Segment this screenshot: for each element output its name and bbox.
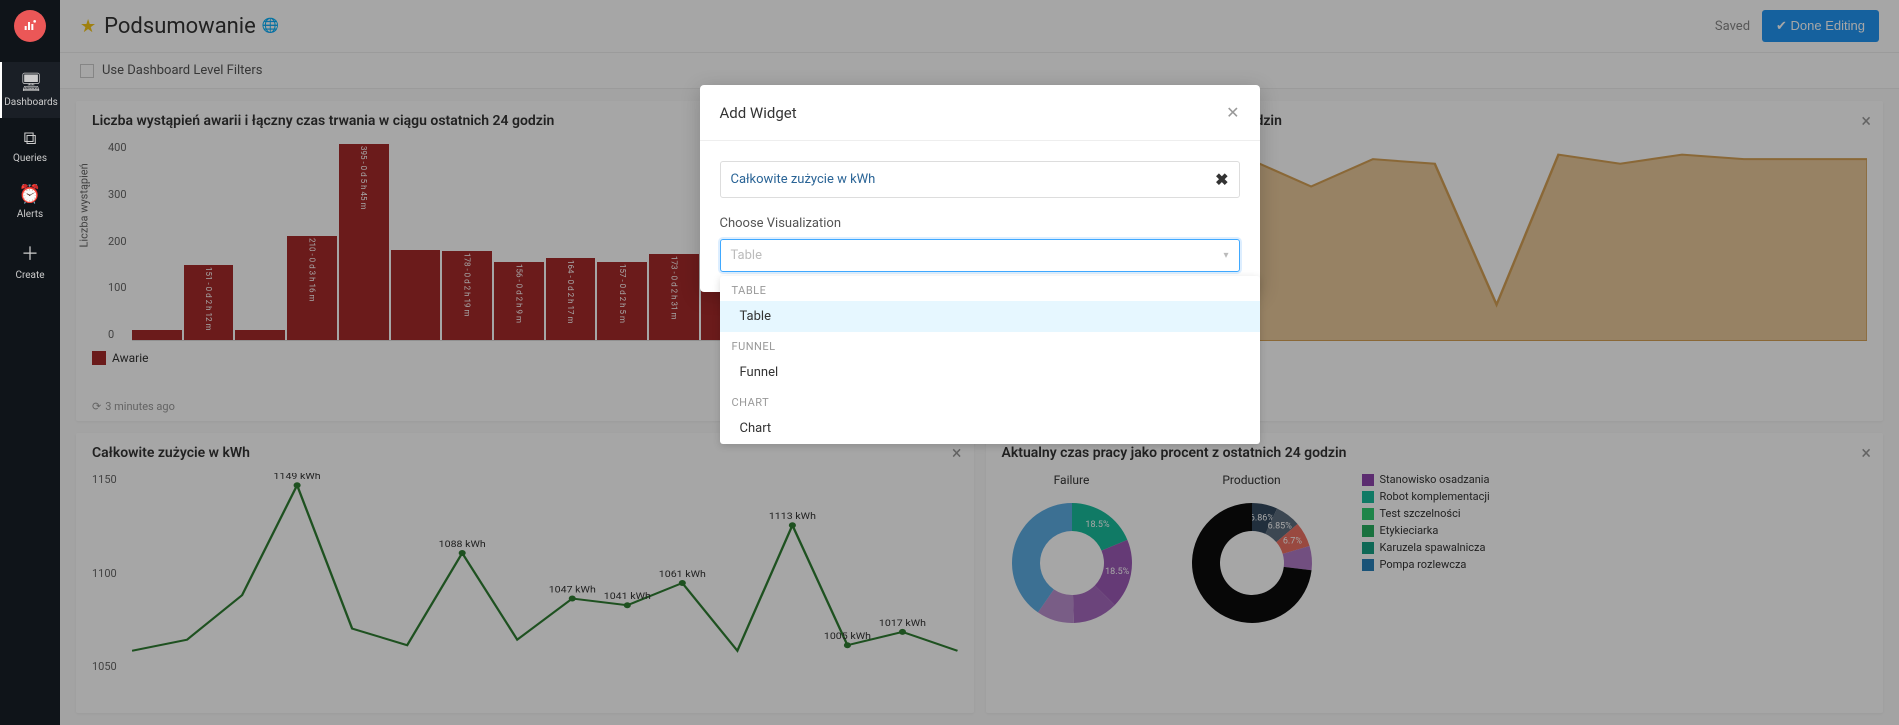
dropdown-item[interactable]: Funnel	[720, 357, 1260, 388]
bell-icon: ⏰	[19, 184, 41, 205]
plus-icon: ＋	[21, 240, 39, 266]
main: ★ Podsumowanie 🌐 Saved ✔ Done Editing Us…	[60, 0, 1899, 725]
visualization-dropdown: TABLETableFUNNELFunnelCHARTChart	[720, 276, 1260, 444]
nav-label: Create	[15, 270, 44, 281]
modal-title: Add Widget	[720, 104, 797, 122]
add-widget-modal: Add Widget ✕ Całkowite zużycie w kWh ✖ C…	[700, 85, 1260, 292]
dropdown-group: CHART	[720, 388, 1260, 413]
widget-search-input[interactable]: Całkowite zużycie w kWh ✖	[720, 161, 1240, 198]
nav-label: Dashboards	[4, 97, 58, 108]
nav-create[interactable]: ＋ Create	[0, 230, 60, 291]
close-icon[interactable]: ✕	[1226, 103, 1239, 122]
nav-label: Queries	[13, 153, 47, 164]
chart-bubble-icon	[22, 18, 38, 34]
dropdown-group: FUNNEL	[720, 332, 1260, 357]
terminal-icon: ⧉	[24, 128, 37, 149]
dropdown-item[interactable]: Table	[720, 301, 1260, 332]
modal-header: Add Widget ✕	[700, 85, 1260, 141]
clear-icon[interactable]: ✖	[1215, 170, 1228, 189]
chevron-down-icon: ▾	[1223, 250, 1228, 261]
dropdown-item[interactable]: Chart	[720, 413, 1260, 444]
nav-label: Alerts	[17, 209, 43, 220]
nav-alerts[interactable]: ⏰ Alerts	[0, 174, 60, 230]
nav-queries[interactable]: ⧉ Queries	[0, 118, 60, 174]
monitor-icon: 🖥	[20, 72, 43, 93]
viz-label: Choose Visualization	[720, 216, 1240, 231]
sidebar: 🖥 Dashboards ⧉ Queries ⏰ Alerts ＋ Create	[0, 0, 60, 725]
visualization-select[interactable]: Table ▾	[720, 239, 1240, 272]
dropdown-group: TABLE	[720, 276, 1260, 301]
search-value: Całkowite zużycie w kWh	[731, 172, 876, 187]
select-placeholder: Table	[731, 248, 1224, 263]
logo[interactable]	[14, 10, 46, 42]
nav-dashboards[interactable]: 🖥 Dashboards	[0, 62, 60, 118]
